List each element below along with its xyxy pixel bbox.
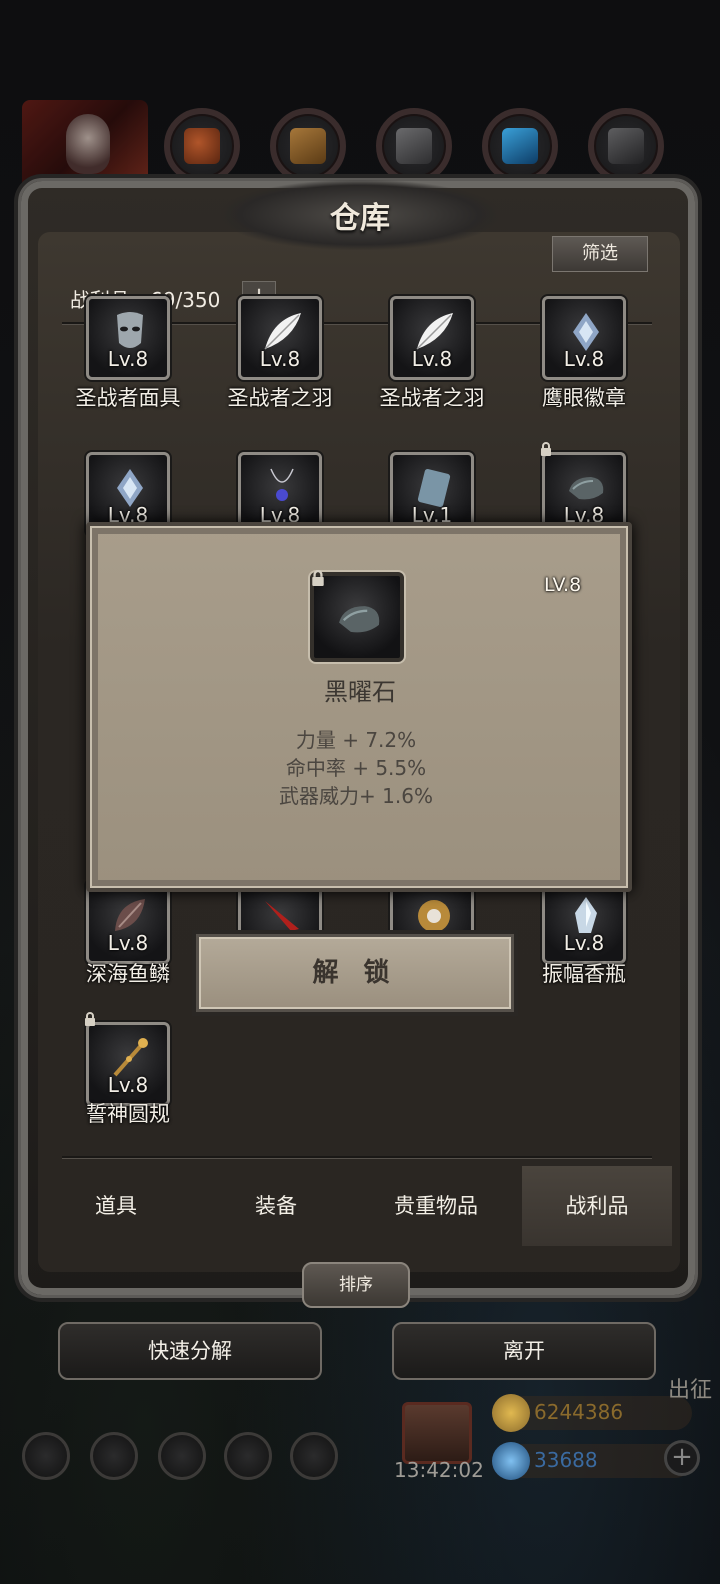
skill-slot-1[interactable] <box>164 108 240 184</box>
shop-icon[interactable] <box>290 1432 338 1480</box>
avatar <box>66 114 110 174</box>
sort-button[interactable]: 排序 <box>302 1262 410 1308</box>
tab-valuables[interactable]: 贵重物品 <box>362 1166 510 1246</box>
gold-counter: 6244386 <box>492 1394 692 1432</box>
item-name: 圣战者面具 <box>75 386 181 410</box>
item-name: 振幅香瓶 <box>542 962 626 986</box>
tooltip-item-slot <box>310 570 404 662</box>
page-title: 仓库 <box>330 201 390 236</box>
quick-decompose-button[interactable]: 快速分解 <box>58 1322 322 1380</box>
tooltip-stat: 命中率 + 5.5% <box>285 756 427 780</box>
item-level: Lv.8 <box>259 347 301 371</box>
list-item[interactable]: Lv.8 振幅香瓶 <box>542 880 626 986</box>
divider <box>62 1156 652 1158</box>
gold-amount: 6244386 <box>534 1400 624 1424</box>
gem-icon <box>492 1442 530 1480</box>
tab-equipment[interactable]: 装备 <box>202 1166 350 1246</box>
sun-emblem-icon <box>418 900 450 932</box>
steel-icon <box>608 128 644 164</box>
item-level: Lv.8 <box>107 347 149 371</box>
tooltip-level: LV.8 <box>544 574 582 596</box>
item-level: Lv.8 <box>411 347 453 371</box>
tooltip-stat: 力量 + 7.2% <box>295 728 417 752</box>
item-slot: Lv.8 <box>86 880 170 964</box>
item-name: 圣战者之羽 <box>379 386 485 410</box>
gold-coin-icon <box>492 1394 530 1432</box>
item-name: 鹰眼徽章 <box>542 386 626 410</box>
crystal-icon <box>502 128 538 164</box>
item-level: Lv.8 <box>563 931 605 955</box>
add-gems-button[interactable]: + <box>664 1440 700 1476</box>
tab-loot[interactable]: 战利品 <box>522 1166 672 1246</box>
category-tabs: 道具 装备 贵重物品 战利品 <box>62 1166 672 1246</box>
item-level: Lv.8 <box>107 1073 149 1097</box>
blade-icon <box>265 901 299 931</box>
item-name: 誓神圆规 <box>86 1102 170 1126</box>
leave-button[interactable]: 离开 <box>392 1322 656 1380</box>
gem-counter: 33688 <box>492 1442 692 1480</box>
item-level: Lv.8 <box>563 347 605 371</box>
tooltip-item-name: 黑曜石 <box>324 678 396 706</box>
list-item[interactable]: Lv.8 深海鱼鳞 <box>86 880 170 986</box>
map-icon[interactable] <box>158 1432 206 1480</box>
lock-icon <box>85 1012 95 1026</box>
item-level: Lv.8 <box>107 931 149 955</box>
timer: 13:42:02 <box>394 1458 484 1482</box>
skill-slot-3[interactable] <box>376 108 452 184</box>
wood-icon <box>290 128 326 164</box>
tab-items[interactable]: 道具 <box>42 1166 190 1246</box>
list-item[interactable]: Lv.8 誓神圆规 <box>85 1012 170 1126</box>
grid-top-mask <box>62 240 652 322</box>
mail-icon[interactable] <box>224 1432 272 1480</box>
skill-slot-5[interactable] <box>588 108 664 184</box>
skill-slot-4[interactable] <box>482 108 558 184</box>
lock-icon <box>312 570 324 586</box>
sortie-label[interactable]: 出征 <box>668 1372 712 1404</box>
item-name: 深海鱼鳞 <box>86 962 170 986</box>
tooltip-stat: 武器威力+ 1.6% <box>279 784 433 808</box>
item-slot: Lv.8 <box>542 880 626 964</box>
lock-icon <box>541 442 551 456</box>
ore-icon <box>184 128 220 164</box>
item-slot: Lv.8 <box>86 1022 170 1106</box>
iron-icon <box>396 128 432 164</box>
gift-icon[interactable] <box>402 1402 472 1464</box>
gem-amount: 33688 <box>534 1448 598 1472</box>
settings-icon[interactable] <box>22 1432 70 1480</box>
star-icon[interactable] <box>90 1432 138 1480</box>
item-name: 圣战者之羽 <box>227 386 333 410</box>
obsidian-icon <box>339 606 380 633</box>
skill-slot-2[interactable] <box>270 108 346 184</box>
unlock-button[interactable]: 解 锁 <box>196 934 514 1012</box>
